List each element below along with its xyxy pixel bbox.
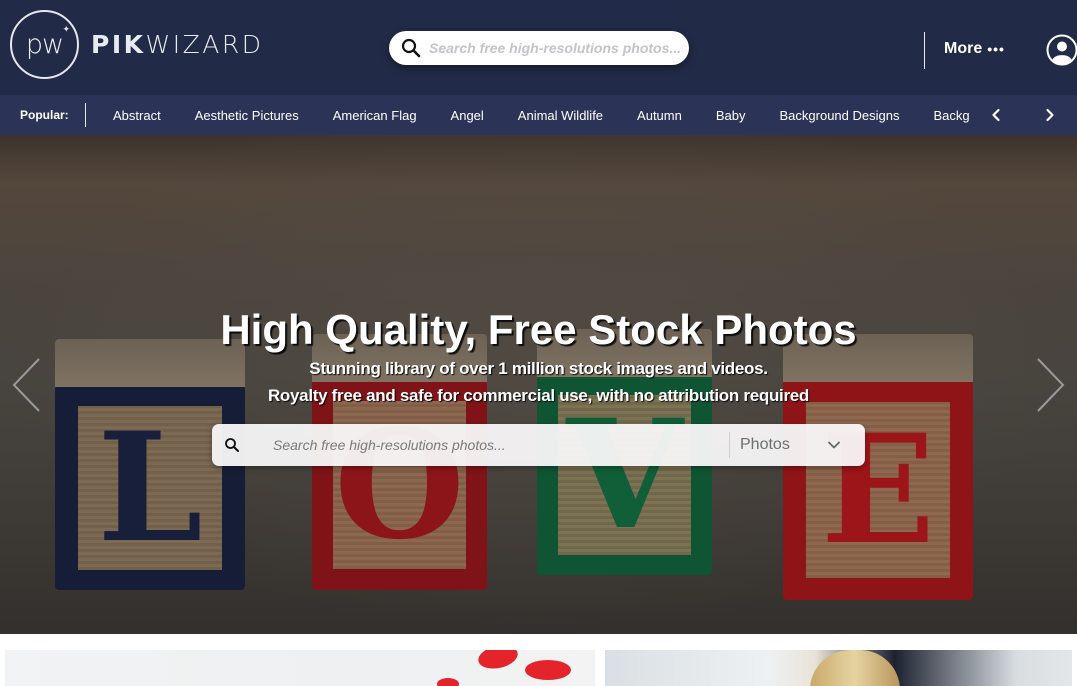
- more-menu-button[interactable]: More •••: [944, 40, 1005, 58]
- popular-tags-list: Abstract Aesthetic Pictures American Fla…: [113, 95, 970, 135]
- header-search-input[interactable]: [429, 40, 684, 56]
- site-header: pw ✦ PIKWIZARD More •••: [0, 0, 1077, 95]
- sparkle-icon: ✦: [62, 25, 69, 35]
- tags-prev-button[interactable]: [986, 105, 1006, 125]
- thumbnail-detail: [437, 678, 459, 686]
- popular-tag[interactable]: Abstract: [113, 108, 161, 123]
- chevron-right-icon: [1046, 108, 1054, 122]
- hero-overlay: [0, 135, 1077, 634]
- ellipsis-icon: •••: [987, 41, 1005, 57]
- tags-next-button[interactable]: [1040, 105, 1060, 125]
- popular-tag[interactable]: Baby: [716, 108, 746, 123]
- more-menu-label: More: [944, 40, 983, 57]
- search-icon[interactable]: [224, 437, 240, 453]
- logo-monogram-text: pw: [25, 29, 64, 60]
- popular-tag[interactable]: Aesthetic Pictures: [195, 108, 299, 123]
- search-icon[interactable]: [401, 38, 421, 58]
- hero-next-button[interactable]: [1035, 357, 1065, 413]
- thumbnail-detail: [476, 650, 520, 672]
- header-divider: [924, 32, 925, 69]
- thumbnail-detail: [525, 660, 571, 680]
- popular-tag[interactable]: Angel: [451, 108, 484, 123]
- logo-wordmark: PIKWIZARD: [91, 30, 263, 59]
- popular-tag[interactable]: Background Designs: [780, 108, 900, 123]
- popular-label: Popular:: [20, 108, 69, 122]
- hero-subtitle-2: Royalty free and safe for commercial use…: [267, 386, 810, 405]
- popular-tag[interactable]: Backgrounds: [933, 108, 970, 123]
- popular-tag[interactable]: Autumn: [637, 108, 682, 123]
- popular-tags-bar: Popular: Abstract Aesthetic Pictures Ame…: [0, 95, 1077, 135]
- hero-subtitle-1: Stunning library of over 1 million stock…: [309, 359, 768, 378]
- logo-wordmark-bold: PIK: [91, 30, 146, 59]
- hero-prev-button[interactable]: [12, 357, 42, 413]
- logo-monogram: pw ✦: [10, 10, 79, 79]
- popular-tag[interactable]: Animal Wildlife: [518, 108, 603, 123]
- hero-search-input[interactable]: [273, 437, 713, 453]
- media-type-selected: Photos: [740, 436, 790, 453]
- hero-search-divider: [729, 432, 730, 458]
- popular-divider: [85, 103, 86, 127]
- hero-banner: L O V E High Quality, Free Stock Photos …: [0, 135, 1077, 634]
- logo-wordmark-light: WIZARD: [145, 30, 264, 59]
- chevron-left-icon: [992, 108, 1000, 122]
- photo-thumbnail[interactable]: [605, 650, 1072, 686]
- popular-tag[interactable]: American Flag: [333, 108, 417, 123]
- user-circle-icon[interactable]: [1046, 34, 1077, 66]
- thumbnail-detail: [810, 650, 900, 686]
- header-search-bar[interactable]: [389, 31, 689, 65]
- chevron-right-icon: [1037, 358, 1065, 412]
- chevron-down-icon: [828, 441, 840, 449]
- pikwizard-logo[interactable]: pw ✦ PIKWIZARD: [10, 10, 263, 79]
- chevron-left-icon: [12, 358, 40, 412]
- photo-thumbnail[interactable]: [5, 650, 595, 686]
- media-type-select[interactable]: Photos: [740, 424, 855, 466]
- hero-search-bar[interactable]: Photos: [212, 424, 865, 466]
- hero-title: High Quality, Free Stock Photos: [220, 306, 857, 353]
